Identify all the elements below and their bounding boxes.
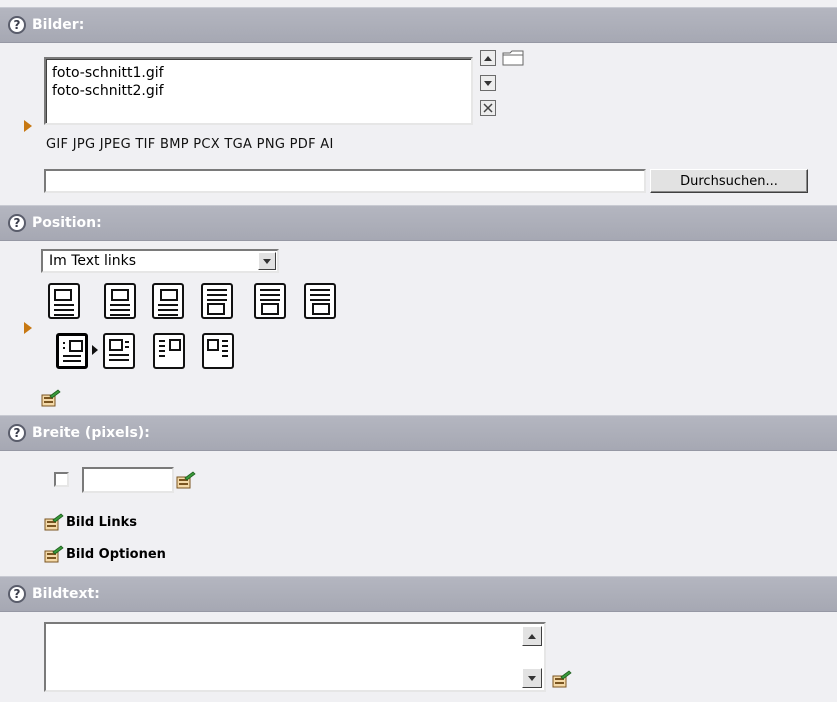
chevron-down-icon	[263, 258, 271, 264]
selected-indicator-icon	[92, 345, 98, 355]
position-text-right-icon[interactable]	[103, 333, 135, 369]
bild-links-link[interactable]: Bild Links	[42, 513, 137, 531]
width-input[interactable]	[82, 467, 174, 493]
move-up-button[interactable]	[480, 50, 496, 66]
scroll-down-button[interactable]	[522, 668, 542, 688]
caption-textarea[interactable]	[44, 622, 546, 692]
edit-properties-icon[interactable]	[41, 389, 61, 407]
section-title-position: Position:	[32, 215, 102, 231]
section-title-bilder: Bilder:	[32, 17, 85, 33]
bild-optionen-label: Bild Optionen	[66, 546, 166, 562]
supported-formats: GIF JPG JPEG TIF BMP PCX TGA PNG PDF AI	[46, 137, 334, 152]
position-top-left-icon[interactable]	[48, 283, 80, 319]
arrow-up-icon	[484, 55, 492, 61]
scroll-up-button[interactable]	[522, 626, 542, 646]
help-icon[interactable]: ?	[8, 16, 26, 34]
section-header-bilder: ? Bilder:	[0, 7, 837, 43]
active-marker-icon	[24, 120, 32, 132]
help-icon[interactable]: ?	[8, 585, 26, 603]
help-icon[interactable]: ?	[8, 424, 26, 442]
edit-properties-icon[interactable]	[552, 670, 572, 688]
position-top-center-icon[interactable]	[104, 283, 136, 319]
position-select[interactable]: Im Text links	[41, 249, 279, 273]
position-select-value: Im Text links	[49, 253, 137, 269]
edit-properties-icon	[44, 513, 64, 531]
image-list[interactable]: foto-schnitt1.gif foto-schnitt2.gif	[44, 57, 473, 125]
section-header-bildtext: ? Bildtext:	[0, 576, 837, 612]
close-icon	[483, 103, 493, 113]
position-bottom-left-icon[interactable]	[201, 283, 233, 319]
active-marker-icon	[24, 322, 32, 334]
section-header-position: ? Position:	[0, 205, 837, 241]
dropdown-button[interactable]	[258, 252, 276, 270]
help-icon[interactable]: ?	[8, 214, 26, 232]
arrow-up-icon	[528, 633, 536, 639]
position-bottom-right-icon[interactable]	[304, 283, 336, 319]
file-path-input[interactable]	[44, 169, 646, 193]
section-title-breite: Breite (pixels):	[32, 425, 150, 441]
width-checkbox[interactable]	[54, 472, 69, 487]
browse-button[interactable]: Durchsuchen...	[650, 169, 808, 193]
folder-icon[interactable]	[502, 50, 524, 66]
list-item[interactable]: foto-schnitt1.gif	[52, 64, 465, 82]
position-bottom-center-icon[interactable]	[254, 283, 286, 319]
bild-links-label: Bild Links	[66, 514, 138, 530]
arrow-down-icon	[484, 80, 492, 86]
bild-optionen-link[interactable]: Bild Optionen	[42, 545, 166, 563]
position-top-right-icon[interactable]	[152, 283, 184, 319]
section-title-bildtext: Bildtext:	[32, 586, 100, 602]
move-down-button[interactable]	[480, 75, 496, 91]
edit-properties-icon[interactable]	[176, 471, 196, 489]
section-header-breite: ? Breite (pixels):	[0, 415, 837, 451]
edit-properties-icon	[44, 545, 64, 563]
list-item[interactable]: foto-schnitt2.gif	[52, 82, 465, 100]
position-float-left-icon[interactable]	[153, 333, 185, 369]
position-text-left-icon[interactable]	[56, 333, 88, 369]
delete-image-button[interactable]	[480, 100, 496, 116]
position-float-right-icon[interactable]	[202, 333, 234, 369]
arrow-down-icon	[528, 675, 536, 681]
